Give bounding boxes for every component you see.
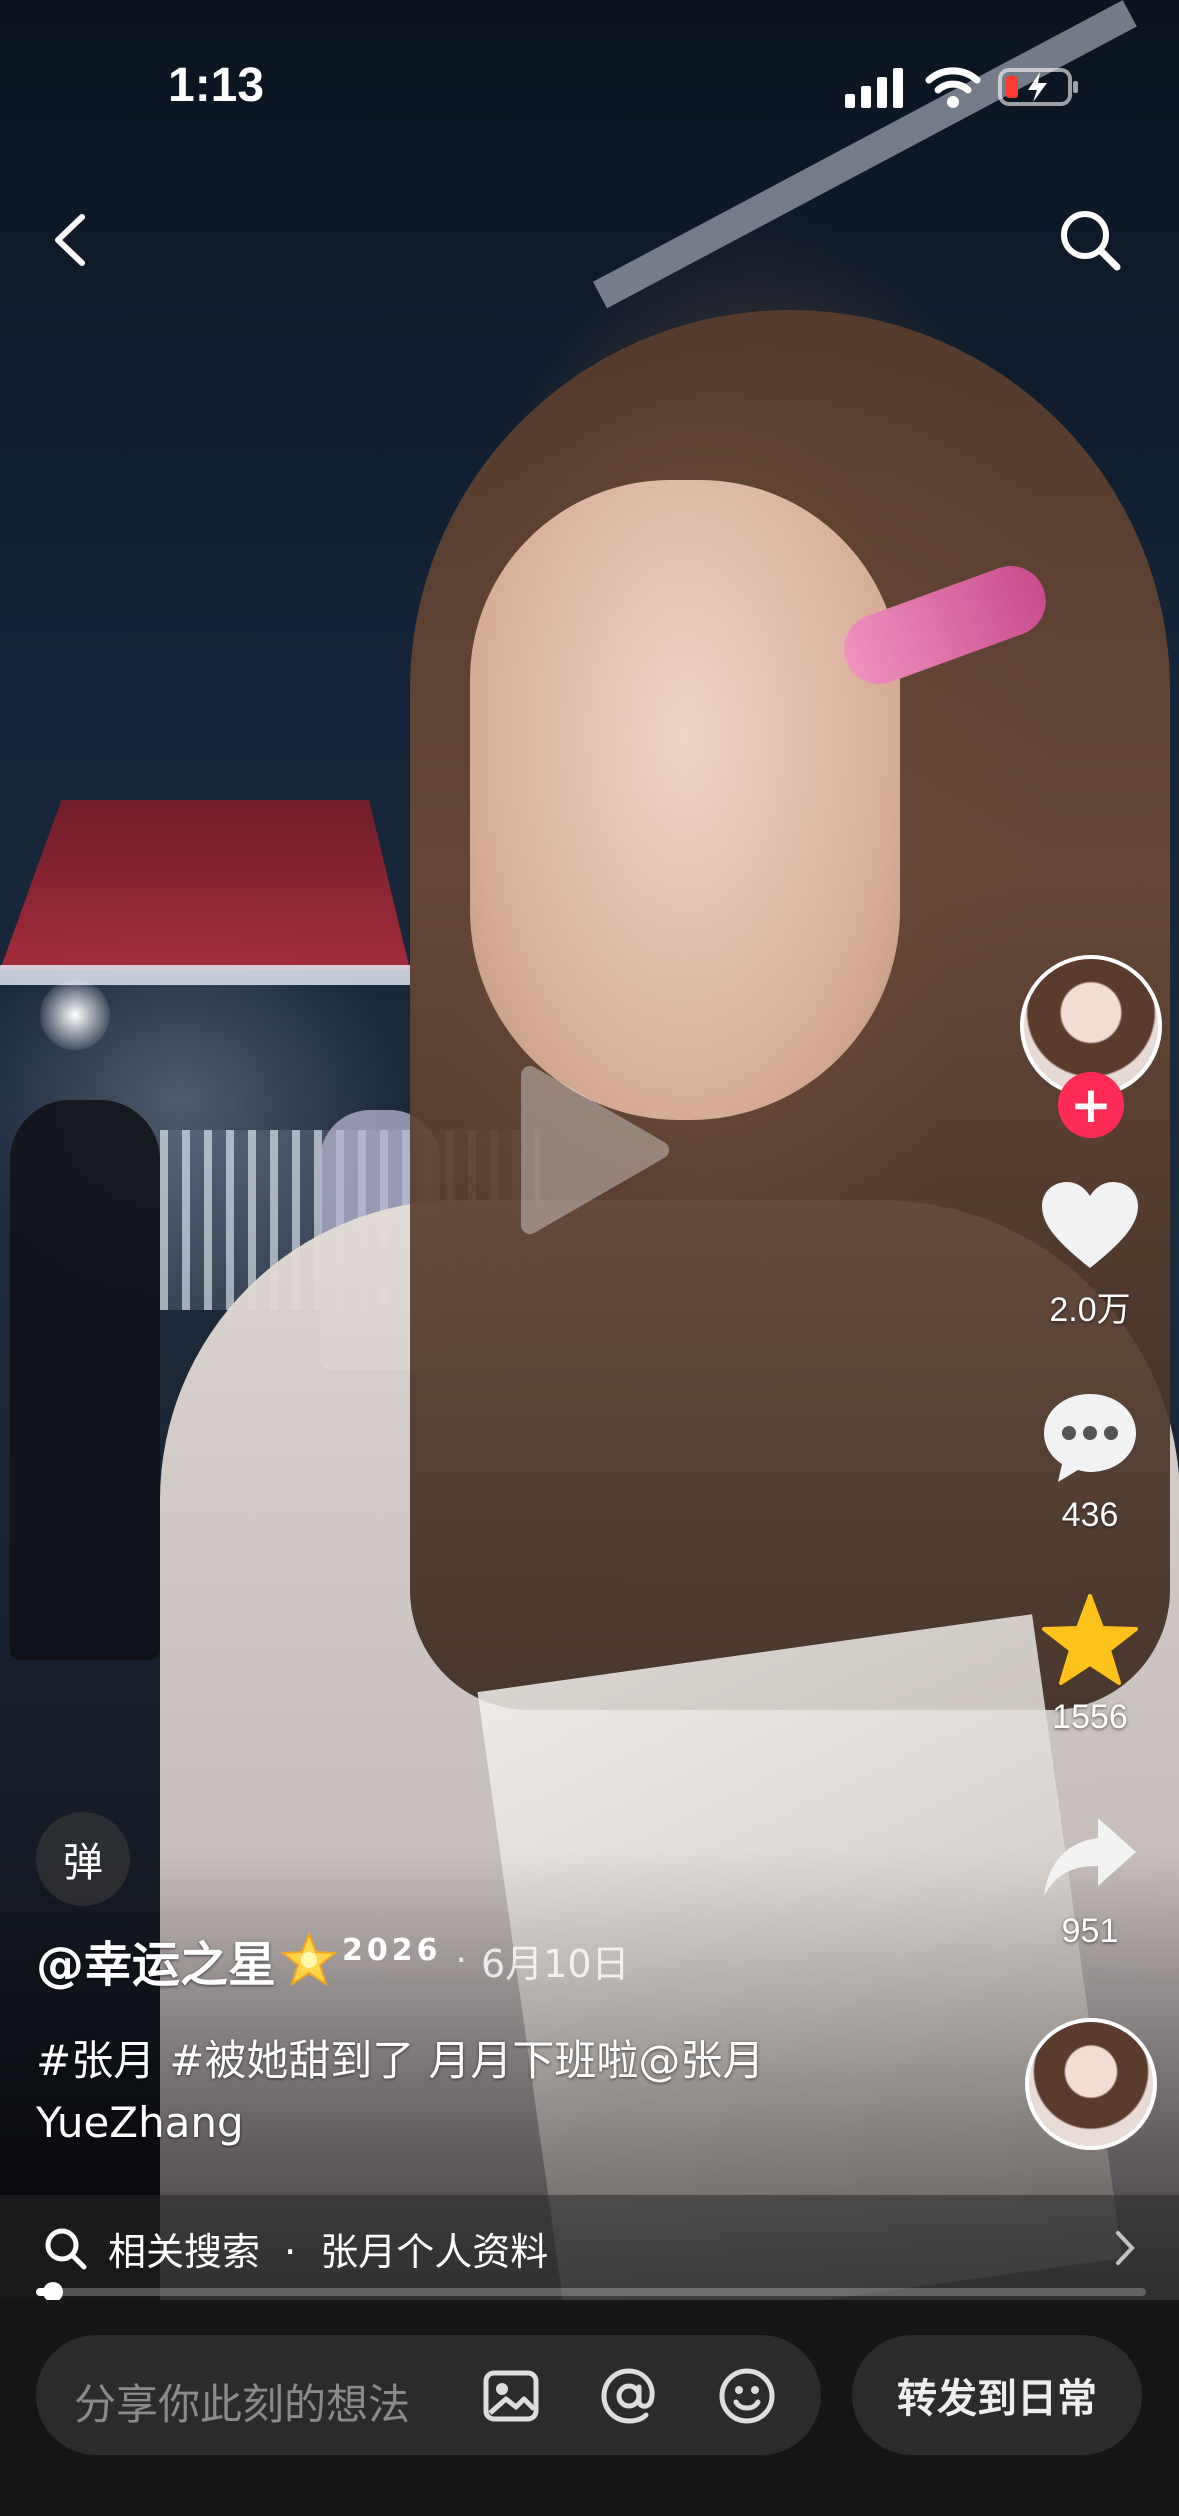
heart-icon bbox=[1042, 1182, 1138, 1268]
related-separator: · bbox=[284, 2230, 297, 2274]
badge-year: 2026 bbox=[342, 1932, 442, 1968]
signal-icon bbox=[845, 68, 903, 108]
search-button[interactable] bbox=[1055, 205, 1125, 275]
hashtag[interactable]: #张月 bbox=[36, 2036, 155, 2085]
search-icon bbox=[45, 2228, 87, 2270]
related-search-text: 相关搜索 · 张月个人资料 bbox=[108, 2221, 548, 2276]
chevron-left-icon bbox=[55, 214, 85, 266]
background-person bbox=[10, 1100, 160, 1660]
hashtag[interactable]: #被她甜到了 bbox=[169, 2036, 414, 2085]
post-date: 6月10日 bbox=[480, 1941, 630, 1986]
video-progress-bar[interactable] bbox=[36, 2282, 1146, 2302]
related-label: 相关搜索 bbox=[108, 2230, 261, 2274]
status-bar: 1:13 bbox=[0, 0, 1179, 160]
status-time: 1:13 bbox=[168, 59, 265, 112]
star-icon bbox=[1042, 1594, 1138, 1685]
post-caption: #张月 #被她甜到了 月月下班啦@张月YueZhang bbox=[36, 2030, 856, 2154]
favorite-count: 1556 bbox=[1052, 1698, 1128, 1736]
comment-input-placeholder: 分享你此刻的想法 bbox=[74, 2380, 411, 2429]
smile-icon[interactable] bbox=[716, 2365, 778, 2427]
repost-button[interactable]: 转发到日常 bbox=[852, 2335, 1142, 2455]
danmu-toggle[interactable]: 弹 bbox=[36, 1812, 130, 1906]
at-icon[interactable] bbox=[598, 2365, 660, 2427]
chevron-right-icon bbox=[1116, 2231, 1135, 2265]
comment-button[interactable]: 436 bbox=[1010, 1390, 1170, 1535]
lamp-light bbox=[40, 980, 110, 1050]
like-count: 2.0万 bbox=[1049, 1291, 1131, 1329]
follow-button[interactable]: + bbox=[1058, 1072, 1124, 1138]
plus-icon: + bbox=[1070, 1076, 1112, 1134]
share-count: 951 bbox=[1061, 1912, 1119, 1950]
related-query: 张月个人资料 bbox=[320, 2230, 549, 2274]
author-name[interactable]: @幸运之星 bbox=[36, 1925, 276, 1995]
like-button[interactable]: 2.0万 bbox=[1010, 1180, 1170, 1331]
separator-dot: · bbox=[455, 1939, 467, 1981]
bottom-bar: 分享你此刻的想法 转发到日常 bbox=[0, 2300, 1179, 2516]
subject-face bbox=[470, 480, 900, 1120]
battery-icon bbox=[998, 68, 1078, 106]
related-search-bar[interactable]: 相关搜索 · 张月个人资料 bbox=[0, 2195, 1179, 2300]
favorite-button[interactable]: 1556 bbox=[1010, 1592, 1170, 1737]
star-badge-icon bbox=[280, 1931, 338, 1987]
comment-count: 436 bbox=[1061, 1496, 1119, 1534]
tent-roof bbox=[0, 800, 410, 970]
share-arrow-icon bbox=[1044, 1818, 1136, 1896]
image-icon[interactable] bbox=[480, 2365, 542, 2427]
author-line: @幸运之星 2026 · 6月10日 bbox=[36, 1925, 630, 1995]
wifi-icon bbox=[925, 67, 981, 108]
repost-label: 转发到日常 bbox=[897, 2376, 1097, 2422]
play-icon bbox=[521, 1066, 669, 1234]
music-disc[interactable] bbox=[1025, 2018, 1157, 2150]
comment-input[interactable]: 分享你此刻的想法 bbox=[36, 2335, 821, 2455]
search-icon bbox=[1061, 211, 1121, 271]
danmu-label: 弹 bbox=[63, 1840, 103, 1886]
comment-bubble-icon bbox=[1044, 1394, 1136, 1482]
share-button[interactable]: 951 bbox=[1010, 1812, 1170, 1951]
back-button[interactable] bbox=[40, 205, 100, 275]
progress-knob[interactable] bbox=[43, 2282, 63, 2302]
